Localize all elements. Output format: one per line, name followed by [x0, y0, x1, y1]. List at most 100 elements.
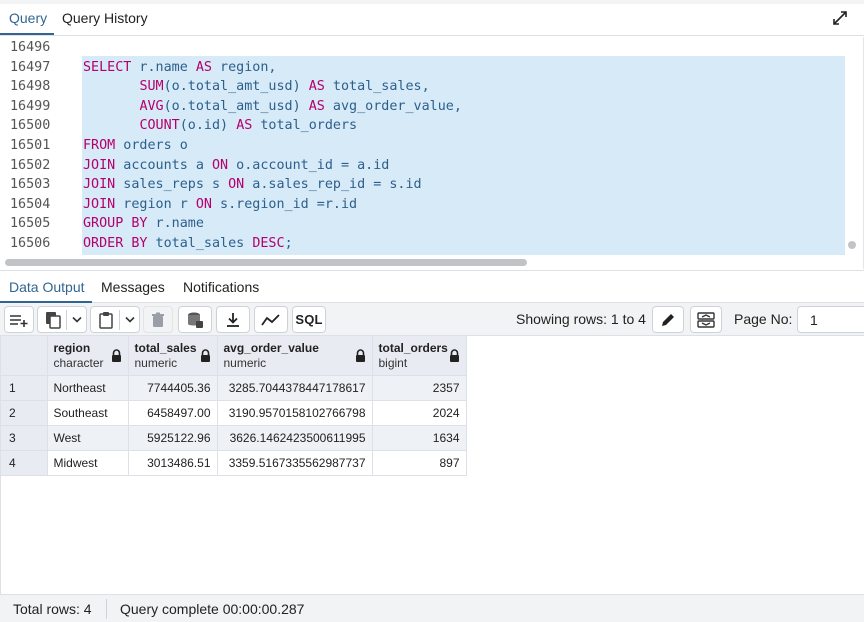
sql-editor[interactable]: 16496 16497 16498 16499 16500 16501 16502 16503… [0, 37, 864, 269]
editor-vertical-scrollbar[interactable] [848, 241, 856, 249]
database-save-icon [188, 312, 203, 328]
cell-avg-order-value[interactable]: 3359.5167335562987737 [217, 450, 373, 476]
code-line[interactable]: ORDER BY total_sales DESC; [83, 234, 293, 254]
code-line[interactable]: JOIN accounts a ON o.account_id = a.id [83, 156, 389, 176]
editor-horizontal-scrollbar[interactable] [5, 259, 527, 266]
cell-region[interactable]: Midwest [47, 450, 129, 476]
row-number[interactable]: 2 [1, 400, 48, 426]
lock-icon [355, 349, 365, 362]
sql-text: total_sales [147, 236, 253, 251]
column-header-total-sales[interactable]: total_sales numeric [128, 336, 218, 376]
sql-text: s.region_id =r.id [212, 196, 358, 212]
line-number: 16497 [10, 59, 51, 75]
cell-avg-order-value[interactable]: 3190.9570158102766798 [217, 400, 373, 426]
line-number: 16504 [10, 196, 51, 212]
row-number-header [1, 336, 48, 376]
add-row-button[interactable] [4, 306, 34, 333]
table-row[interactable]: 3 West 5925122.96 3626.1462423500611995 … [1, 425, 467, 451]
unselected-first-line [82, 37, 845, 56]
tab-notifications[interactable]: Notifications [183, 279, 259, 295]
sql-keyword: AS [195, 59, 212, 75]
code-line[interactable]: GROUP BY r.name [83, 214, 204, 234]
line-number: 16501 [10, 138, 51, 153]
column-header-region[interactable]: region character [47, 336, 129, 376]
sql-keyword: ORDER BY [83, 236, 148, 251]
code-line[interactable]: JOIN sales_reps s ON a.sales_rep_id = s.… [83, 175, 422, 195]
delete-button[interactable] [143, 306, 173, 333]
sql-keyword: AS [236, 118, 253, 134]
sql-button[interactable]: SQL [292, 306, 326, 333]
cell-total-orders[interactable]: 2357 [372, 375, 467, 401]
column-name: avg_order_value [223, 341, 319, 355]
line-number: 16505 [10, 216, 51, 232]
cell-avg-order-value[interactable]: 3626.1462423500611995 [217, 425, 373, 451]
copy-button[interactable] [37, 306, 87, 333]
graph-visualiser-button[interactable] [254, 306, 288, 333]
showing-rows-text: Showing rows: 1 to 4 [516, 311, 646, 327]
row-number[interactable]: 3 [1, 425, 48, 451]
expand-icon[interactable] [832, 10, 848, 26]
sql-keyword: AS [308, 98, 325, 114]
line-number: 16506 [10, 236, 51, 251]
pagination-icon [697, 311, 715, 328]
edit-rows-button[interactable] [652, 306, 684, 333]
sql-keyword: GROUP BY [83, 216, 148, 232]
copy-icon [46, 311, 61, 329]
sql-keyword: JOIN [83, 157, 116, 173]
status-bar: Total rows: 4 Query complete 00:00:00.28… [0, 594, 864, 622]
sql-keyword: FROM [83, 138, 116, 153]
tab-data-output[interactable]: Data Output [0, 279, 91, 303]
cell-total-orders[interactable]: 2024 [372, 400, 467, 426]
column-type: bigint [378, 356, 408, 370]
save-data-button[interactable] [178, 306, 212, 333]
cell-total-orders[interactable]: 1634 [372, 425, 467, 451]
column-header-avg-order-value[interactable]: avg_order_value numeric [217, 336, 373, 376]
sql-text: a.sales_rep_id = s.id [244, 177, 422, 193]
lock-icon [111, 349, 121, 362]
column-header-total-orders[interactable]: total_orders bigint [372, 336, 467, 376]
code-line[interactable]: AVG(o.total_amt_usd) AS avg_order_value, [83, 97, 462, 117]
cell-region[interactable]: Southeast [47, 400, 129, 426]
table-row[interactable]: 2 Southeast 6458497.00 3190.957015810276… [1, 400, 467, 426]
table-row[interactable]: 4 Midwest 3013486.51 3359.51673355629877… [1, 450, 467, 476]
cell-avg-order-value[interactable]: 3285.7044378447178617 [217, 375, 373, 401]
tab-query-history[interactable]: Query History [62, 10, 148, 26]
chevron-down-icon[interactable] [72, 316, 82, 324]
sql-text: (o.total_amt_usd) [163, 98, 309, 114]
table-row[interactable]: 1 Northeast 7744405.36 3285.704437844717… [1, 375, 467, 401]
query-tabs-bar: Query Query History [0, 0, 864, 36]
tab-messages[interactable]: Messages [101, 279, 165, 295]
cell-total-sales[interactable]: 7744405.36 [128, 375, 218, 401]
sql-keyword: ON [228, 177, 245, 193]
sql-text: ; [284, 236, 293, 251]
cell-total-sales[interactable]: 5925122.96 [128, 425, 218, 451]
query-complete-status: Query complete 00:00:00.287 [120, 601, 305, 617]
code-line[interactable]: COUNT(o.id) AS total_orders [83, 116, 357, 136]
sql-text: o.account_id = a.id [228, 157, 390, 173]
add-row-icon [10, 314, 28, 327]
pagination-options-button[interactable] [690, 306, 722, 333]
row-number[interactable]: 4 [1, 450, 48, 476]
paste-button[interactable] [90, 306, 140, 333]
chevron-down-icon[interactable] [125, 316, 135, 324]
result-table: region character total_sales numeric avg… [1, 336, 467, 476]
code-line[interactable]: SUM(o.total_amt_usd) AS total_sales, [83, 77, 429, 97]
code-line[interactable]: FROM orders o [83, 136, 188, 156]
cell-total-sales[interactable]: 3013486.51 [128, 450, 218, 476]
page-no-input[interactable] [797, 306, 864, 333]
download-icon [227, 312, 239, 327]
cell-region[interactable]: West [47, 425, 129, 451]
row-number[interactable]: 1 [1, 375, 48, 401]
sql-keyword: SELECT [83, 59, 132, 75]
code-line[interactable]: SELECT r.name AS region, [83, 58, 277, 78]
code-line[interactable]: JOIN region r ON s.region_id =r.id [83, 195, 357, 215]
tab-query[interactable]: Query [0, 10, 55, 35]
cell-region[interactable]: Northeast [47, 375, 129, 401]
cell-total-sales[interactable]: 6458497.00 [128, 400, 218, 426]
sql-keyword: AS [308, 79, 325, 95]
data-output-toolbar: SQL Showing rows: 1 to 4 Page No: [0, 303, 864, 336]
cell-total-orders[interactable]: 897 [372, 450, 467, 476]
download-button[interactable] [216, 306, 250, 333]
